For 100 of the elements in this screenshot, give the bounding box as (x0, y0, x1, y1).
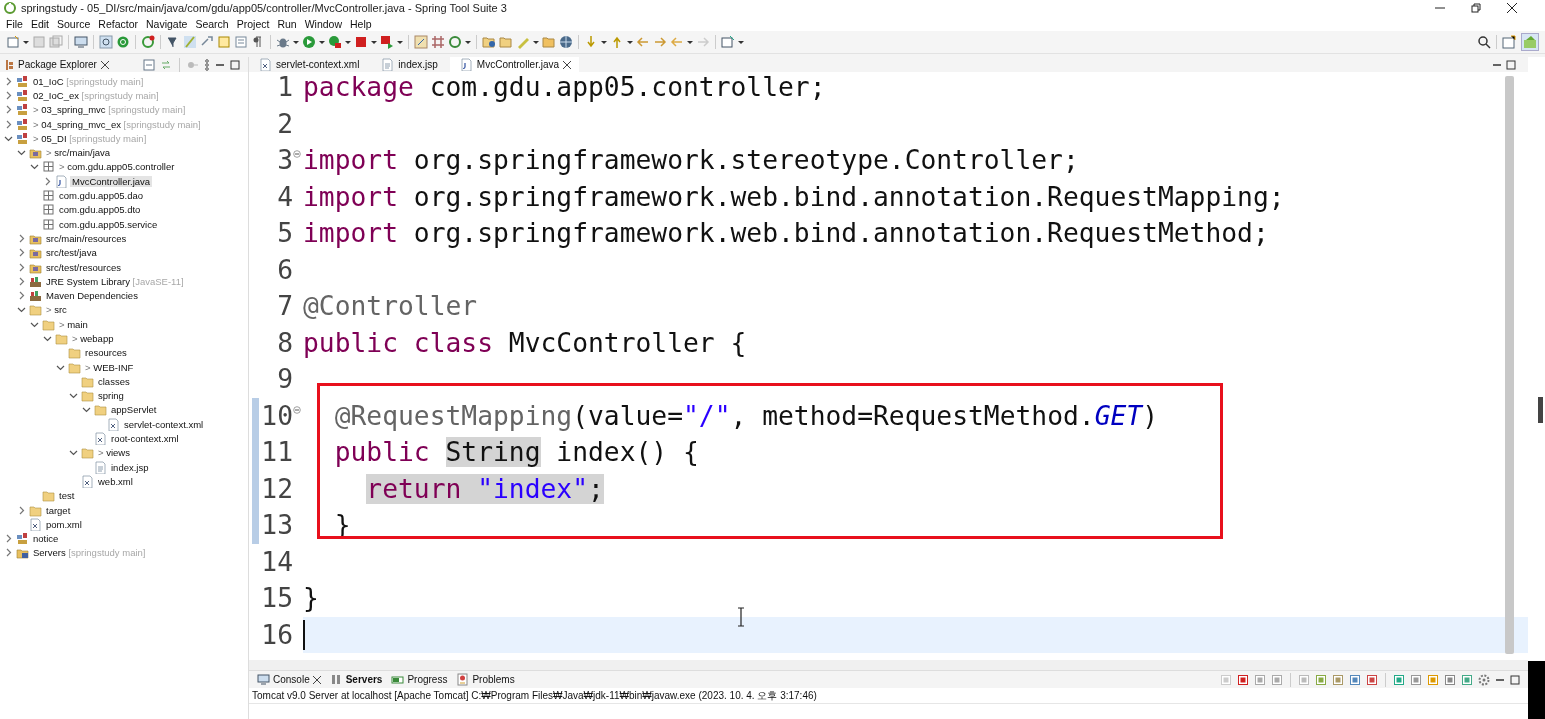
tree-item[interactable]: notice (0, 531, 248, 546)
menu-item[interactable]: Edit (26, 17, 53, 30)
tree-item[interactable]: resources (0, 345, 248, 360)
tree-item[interactable]: > WEB-INF (0, 359, 248, 375)
tree-item[interactable]: src/main/resources (0, 231, 248, 246)
menu-item[interactable]: Run (273, 17, 301, 30)
tree-item[interactable]: appServlet (0, 402, 248, 418)
close-icon[interactable] (312, 675, 321, 684)
tree-label: > views (97, 447, 131, 459)
close-icon[interactable] (1507, 3, 1517, 13)
scroll-handle[interactable] (1538, 397, 1543, 423)
code-line: import org.springframework.stereotype.Controller; (303, 145, 1079, 176)
tree-item[interactable]: Servers [springstudy main] (0, 545, 248, 561)
editor-tab[interactable]: MvcController.java (449, 57, 580, 72)
menu-item[interactable]: Source (53, 17, 95, 30)
collapse-all-icon[interactable] (143, 58, 155, 71)
tree-item[interactable]: 01_IoC [springstudy main] (0, 74, 248, 89)
tree-item[interactable]: src/test/resources (0, 259, 248, 275)
menu-item[interactable]: Refactor (94, 17, 142, 30)
tree-item[interactable]: com.gdu.app05.dao (0, 188, 248, 203)
tree-item[interactable]: > com.gdu.app05.controller (0, 159, 248, 175)
tree-label: com.gdu.app05.service (58, 218, 159, 230)
tree-item[interactable]: 02_IoC_ex [springstudy main] (0, 88, 248, 103)
close-icon[interactable] (100, 60, 109, 69)
maximize-icon[interactable] (1510, 674, 1520, 685)
play-icon[interactable] (302, 35, 316, 49)
forward-edit-icon[interactable] (653, 35, 667, 49)
menu-item[interactable]: Window (300, 17, 347, 30)
tree-label: > src/main/java (45, 147, 112, 159)
folder-icon (81, 389, 94, 403)
tree-item[interactable]: index.jsp (0, 460, 248, 475)
monitor-icon[interactable] (74, 35, 88, 49)
tree-item[interactable]: > webapp (0, 331, 248, 346)
folder-icon (81, 446, 94, 460)
tree-item[interactable]: pom.xml (0, 517, 248, 532)
tree-item[interactable]: test (0, 488, 248, 503)
tree-label: > 05_DI [springstudy main] (32, 132, 148, 144)
line-number: 11 (261, 437, 293, 468)
tree-item[interactable]: web.xml (0, 474, 248, 489)
menu-item[interactable]: Project (232, 17, 274, 30)
maximize-icon[interactable] (1506, 59, 1516, 70)
menu-item[interactable]: Search (191, 17, 233, 30)
menu-item[interactable]: File (2, 17, 27, 30)
tree-item[interactable]: MvcController.java (0, 174, 248, 189)
view-menu-icon[interactable] (204, 58, 210, 71)
stop-icon[interactable] (1237, 673, 1249, 686)
tree-item[interactable]: > 03_spring_mvc [springstudy main] (0, 102, 248, 117)
tree-item[interactable]: > main (0, 317, 248, 332)
tree-item[interactable]: JRE System Library [JavaSE-11] (0, 274, 248, 289)
tree-item[interactable]: servlet-context.xml (0, 417, 248, 432)
tree-label: com.gdu.app05.dto (58, 204, 142, 216)
perspective-button[interactable] (1521, 33, 1539, 51)
tree-item[interactable]: src/test/java (0, 245, 248, 260)
horizontal-scrollbar[interactable] (249, 660, 1528, 670)
tree-item[interactable]: > 04_spring_mvc_ex [springstudy main] (0, 116, 248, 132)
tree-item[interactable]: com.gdu.app05.dto (0, 202, 248, 217)
tree-item[interactable]: > src/main/java (0, 145, 248, 160)
tree-item[interactable]: > src (0, 302, 248, 318)
power-icon[interactable] (116, 35, 130, 49)
editor-tab[interactable]: index.jsp (371, 57, 446, 72)
editor-tab[interactable]: servlet-context.xml (249, 57, 368, 72)
tree-item[interactable]: spring (0, 388, 248, 403)
refresh-icon[interactable] (141, 35, 155, 49)
open-perspective-icon[interactable] (1502, 35, 1516, 49)
settings-icon[interactable] (1478, 673, 1490, 686)
source-folder-icon (29, 246, 42, 260)
line-number: 14 (261, 546, 293, 577)
maximize-icon[interactable] (230, 59, 240, 70)
tree-item[interactable]: Maven Dependencies (0, 288, 248, 303)
collapse-fold-icon[interactable] (293, 150, 301, 158)
grid-icon[interactable] (431, 35, 445, 49)
folder-icon (94, 403, 107, 417)
view-tab[interactable]: Progress (389, 673, 450, 686)
view-tab[interactable]: Servers (327, 673, 385, 686)
code-line: return "index"; (365, 473, 604, 504)
tree-label: src/test/resources (45, 261, 122, 273)
leaf-icon (1523, 35, 1537, 49)
tree-label: MvcController.java (70, 175, 153, 187)
cycle-icon[interactable] (448, 35, 462, 49)
tree-item[interactable]: com.gdu.app05.service (0, 216, 248, 232)
tree-item[interactable]: > views (0, 445, 248, 460)
search-icon[interactable] (1477, 35, 1491, 49)
view-tab[interactable]: Problems (454, 673, 517, 686)
open-folder-icon[interactable] (482, 35, 496, 49)
tree-item[interactable]: > 05_DI [springstudy main] (0, 131, 248, 146)
menu-item[interactable]: Navigate (142, 17, 192, 30)
link-icon[interactable] (160, 58, 172, 71)
folder-icon[interactable] (499, 35, 513, 49)
globe-icon[interactable] (559, 35, 573, 49)
collapse-fold-icon[interactable] (293, 405, 301, 414)
restore-icon[interactable] (1471, 3, 1481, 13)
vertical-scrollbar[interactable] (1505, 76, 1514, 654)
view-tab[interactable]: Console (255, 673, 323, 686)
menu-item[interactable]: Help (346, 17, 376, 30)
tree-label: 01_IoC [springstudy main] (32, 75, 145, 87)
tree-item[interactable]: target (0, 502, 248, 518)
tree-item[interactable]: root-context.xml (0, 431, 248, 446)
tree-item[interactable]: classes (0, 374, 248, 389)
stop-icon[interactable] (354, 35, 368, 49)
close-icon[interactable] (563, 60, 572, 69)
